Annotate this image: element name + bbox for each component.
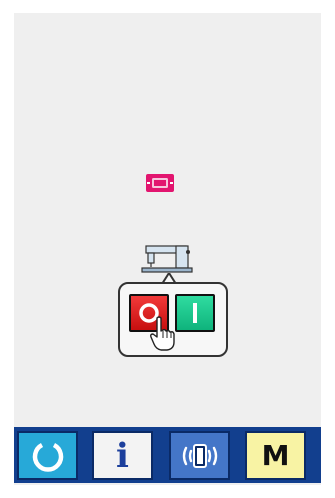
sewing-machine-icon bbox=[141, 245, 193, 273]
bottom-toolbar: i M bbox=[14, 427, 321, 483]
reset-icon bbox=[32, 442, 63, 472]
info-button[interactable]: i bbox=[92, 431, 153, 480]
info-icon: i bbox=[116, 435, 129, 476]
mode-label: M bbox=[261, 439, 290, 472]
communication-button[interactable] bbox=[169, 431, 230, 480]
power-on-icon bbox=[193, 303, 197, 323]
pointing-hand-icon bbox=[150, 316, 175, 351]
power-on-button[interactable] bbox=[175, 294, 215, 332]
mode-button[interactable]: M bbox=[245, 431, 306, 480]
memory-card-icon bbox=[146, 174, 174, 192]
communication-icon bbox=[182, 443, 217, 468]
reset-button[interactable] bbox=[17, 431, 78, 480]
power-callout bbox=[118, 282, 228, 357]
